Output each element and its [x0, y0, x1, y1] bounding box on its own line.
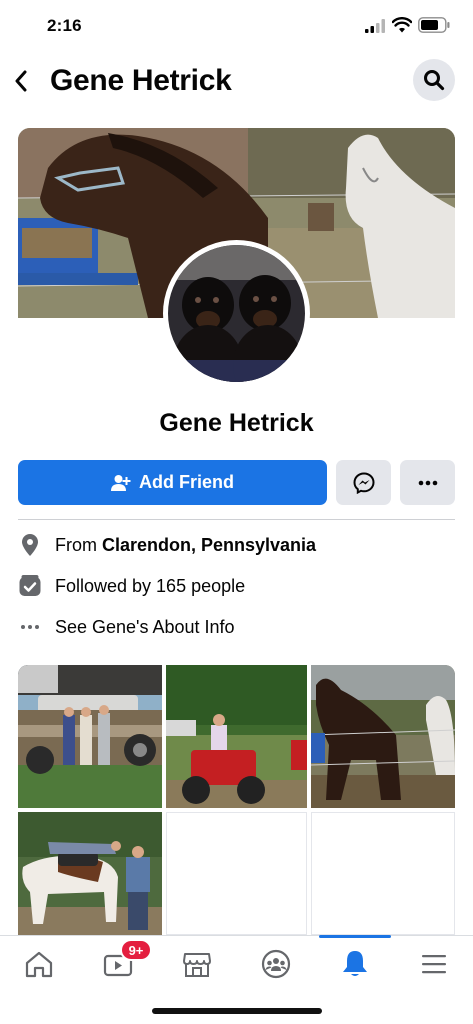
active-tab-indicator [319, 935, 391, 938]
bell-icon [343, 951, 367, 976]
signal-icon [365, 19, 385, 33]
video-notification-badge: 9+ [120, 939, 152, 961]
tab-home[interactable] [14, 944, 64, 984]
photo-placeholder [311, 812, 455, 935]
photo-thumbnail[interactable] [311, 665, 455, 808]
home-indicator [152, 1008, 322, 1014]
followers-icon [18, 574, 42, 598]
photo-thumbnail[interactable] [18, 812, 162, 935]
status-time: 2:16 [47, 16, 82, 35]
location-icon [18, 533, 42, 557]
info-row-hometown: From Clarendon, Pennsylvania [18, 530, 455, 560]
tab-marketplace[interactable] [172, 944, 222, 984]
status-bar: 2:16 [0, 0, 473, 52]
photo-placeholder [166, 812, 307, 935]
add-friend-icon [111, 474, 131, 491]
battery-icon [418, 17, 450, 33]
photo-thumbnail[interactable] [18, 665, 162, 808]
hometown-prefix: From [55, 534, 102, 555]
wifi-icon [392, 17, 412, 33]
more-dots-icon [18, 615, 42, 639]
profile-picture-frame[interactable] [163, 240, 310, 387]
search-icon [424, 70, 445, 91]
info-row-followers[interactable]: Followed by 165 people [18, 571, 455, 601]
back-button[interactable] [8, 64, 34, 98]
marketplace-icon [183, 953, 211, 977]
profile-name: Gene Hetrick [159, 409, 314, 437]
groups-icon [261, 949, 291, 979]
add-friend-label: Add Friend [139, 472, 234, 492]
messenger-icon [352, 471, 375, 494]
more-icon [418, 480, 437, 485]
info-row-about[interactable]: See Gene's About Info [18, 612, 455, 642]
menu-icon [422, 955, 446, 974]
top-header: Gene Hetrick [0, 56, 473, 106]
add-friend-button[interactable]: Add Friend [18, 460, 327, 505]
home-icon [25, 951, 53, 978]
followers-text: Followed by 165 people [55, 575, 246, 596]
tab-groups[interactable] [251, 944, 301, 984]
header-title: Gene Hetrick [50, 64, 232, 97]
avatar[interactable] [168, 245, 305, 382]
photo-thumbnail[interactable] [166, 665, 307, 808]
more-options-button[interactable] [400, 460, 455, 505]
back-arrow-icon [15, 70, 27, 92]
about-link[interactable]: See Gene's About Info [55, 617, 235, 638]
divider [18, 519, 455, 520]
hometown-place: Clarendon, Pennsylvania [102, 534, 317, 555]
tab-menu[interactable] [409, 944, 459, 984]
search-button[interactable] [413, 59, 455, 101]
tab-notifications[interactable] [330, 944, 380, 984]
message-button[interactable] [336, 460, 391, 505]
